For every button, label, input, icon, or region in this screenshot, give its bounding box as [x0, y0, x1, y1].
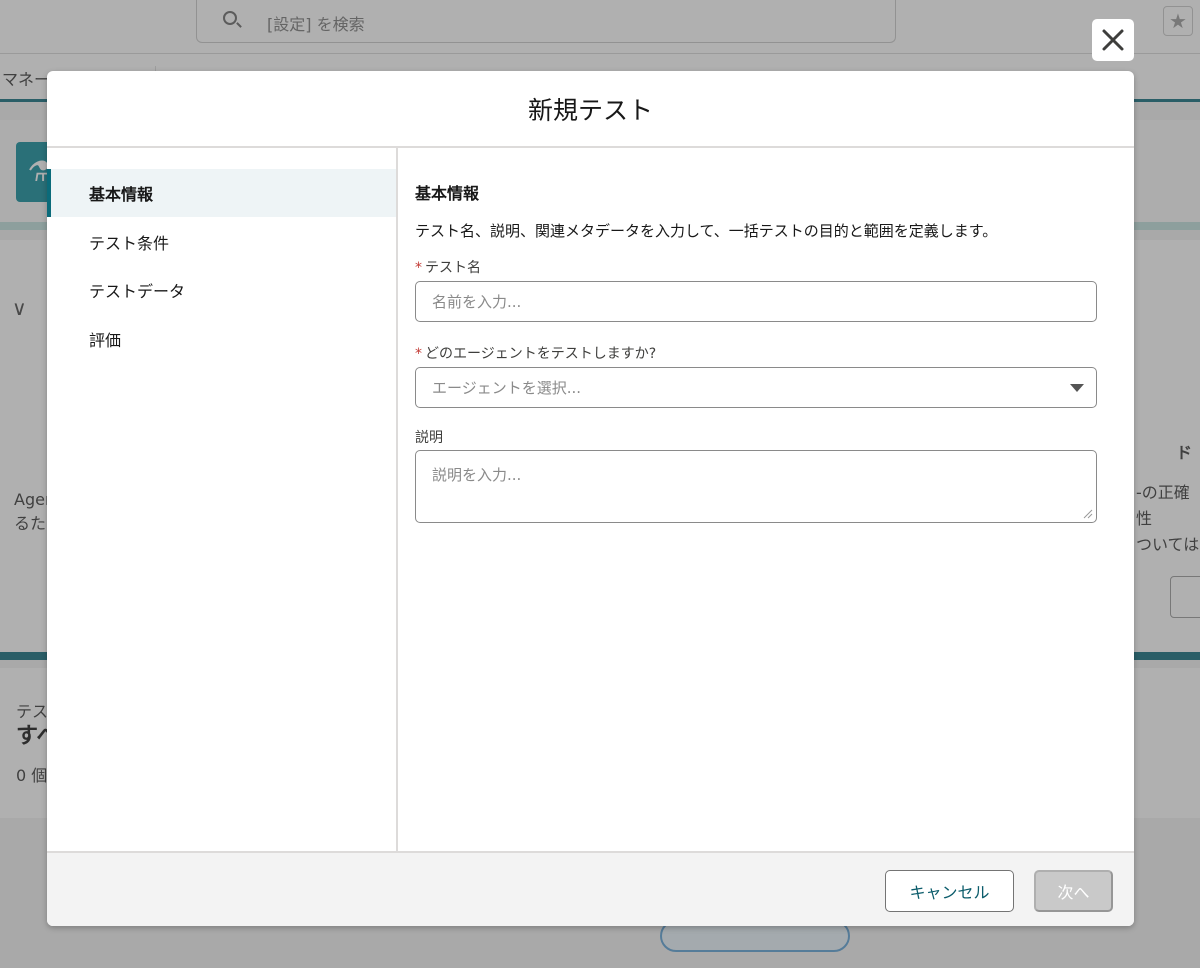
required-asterisk: *	[415, 260, 422, 276]
cancel-button[interactable]: キャンセル	[885, 870, 1014, 912]
description-label: 説明	[415, 430, 443, 446]
new-test-modal: 新規テスト 基本情報 テスト条件 テストデータ 評価 基本情報 テスト名、説明、…	[47, 71, 1134, 926]
required-asterisk: *	[415, 346, 422, 362]
test-name-placeholder: 名前を入力...	[432, 293, 522, 311]
description-textarea[interactable]: 説明を入力...	[415, 450, 1097, 523]
caret-down-icon	[1070, 384, 1084, 392]
wizard-step-test-conditions[interactable]: テスト条件	[47, 218, 396, 266]
wizard-step-test-data[interactable]: テストデータ	[47, 266, 396, 314]
test-name-input[interactable]: 名前を入力...	[415, 281, 1097, 322]
description-placeholder: 説明を入力...	[432, 466, 522, 484]
modal-header: 新規テスト	[47, 71, 1134, 148]
modal-title: 新規テスト	[527, 95, 653, 125]
test-name-label-text: テスト名	[425, 260, 481, 276]
next-button[interactable]: 次へ	[1034, 870, 1113, 912]
section-title: 基本情報	[415, 184, 480, 203]
agent-select-placeholder: エージェントを選択...	[432, 379, 582, 397]
wizard-step-nav: 基本情報 テスト条件 テストデータ 評価	[47, 148, 398, 852]
wizard-step-evaluation[interactable]: 評価	[47, 315, 396, 363]
agent-select[interactable]: エージェントを選択...	[415, 367, 1097, 408]
close-icon	[1102, 29, 1124, 51]
modal-body: 基本情報 テスト名、説明、関連メタデータを入力して、一括テストの目的と範囲を定義…	[398, 148, 1134, 852]
test-name-label: * テスト名	[415, 257, 481, 277]
close-modal-button[interactable]	[1092, 19, 1134, 61]
resize-handle-icon[interactable]	[1083, 509, 1093, 519]
agent-select-label: * どのエージェントをテストしますか?	[415, 343, 656, 363]
wizard-step-basic-info[interactable]: 基本情報	[47, 169, 396, 217]
modal-footer: キャンセル 次へ	[47, 851, 1134, 926]
section-description: テスト名、説明、関連メタデータを入力して、一括テストの目的と範囲を定義します。	[415, 222, 998, 240]
agent-select-label-text: どのエージェントをテストしますか?	[425, 346, 657, 362]
